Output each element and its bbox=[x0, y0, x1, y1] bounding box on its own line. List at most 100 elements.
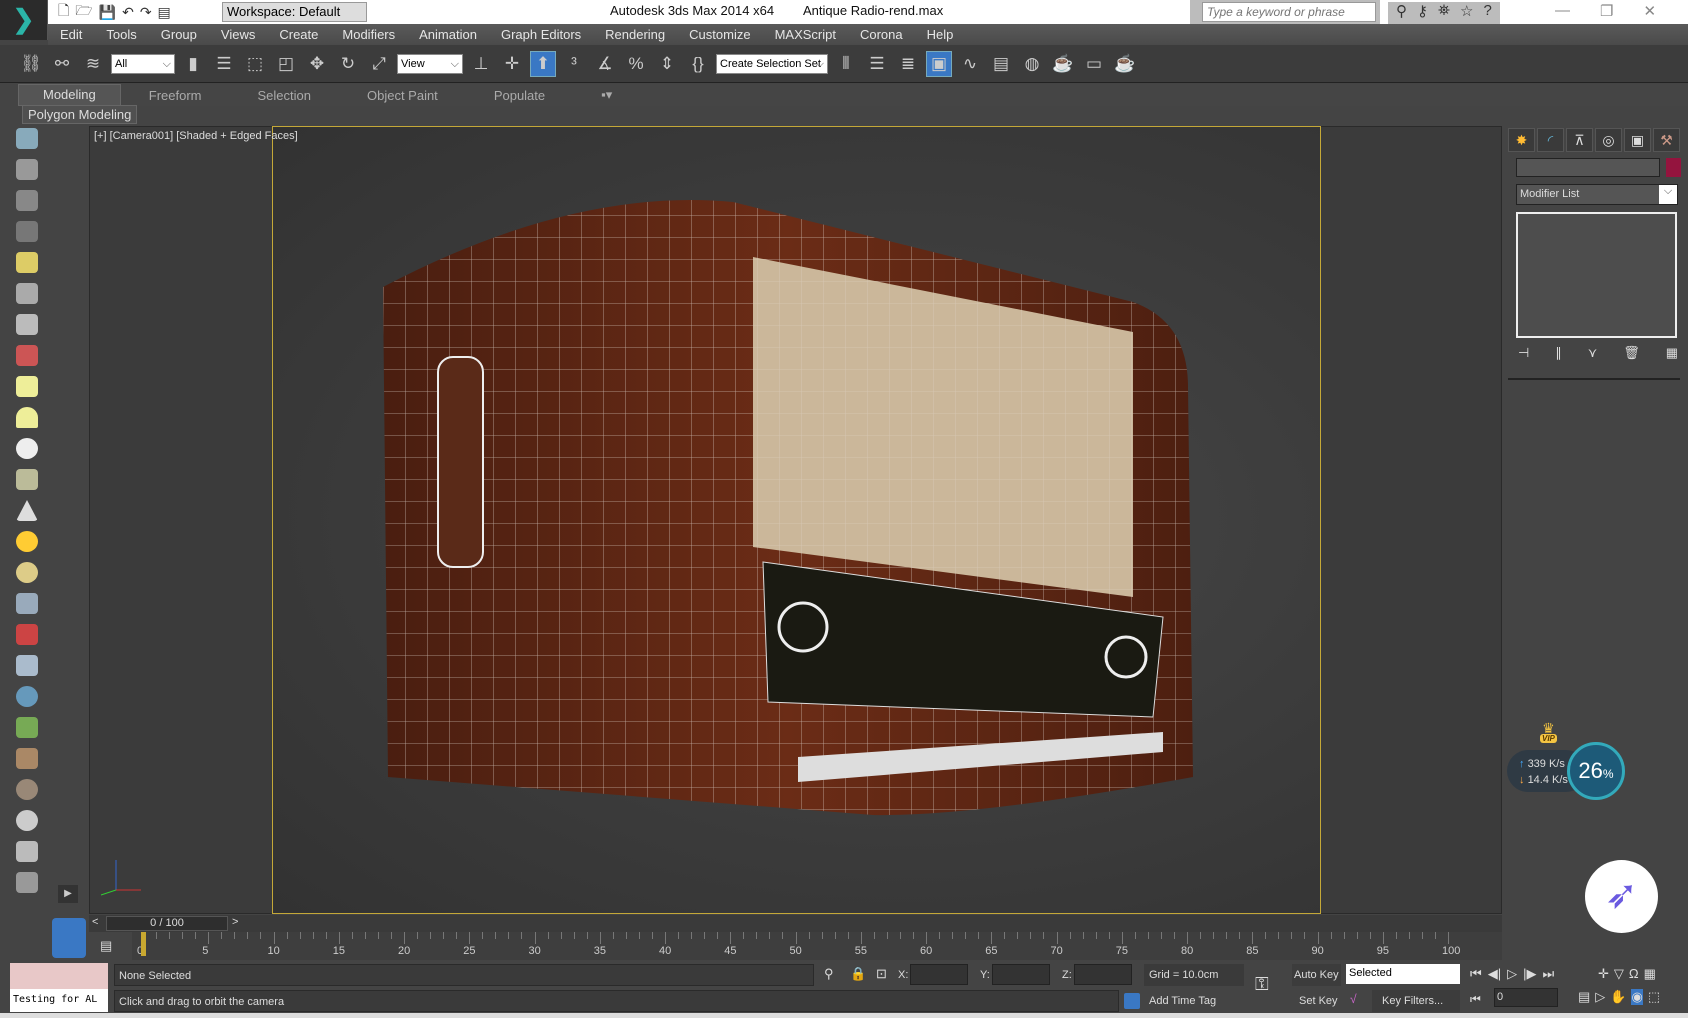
configure-modifier-sets-icon[interactable]: ▦ bbox=[1666, 345, 1678, 361]
teapot-icon[interactable] bbox=[16, 128, 38, 149]
reference-coordinate-dropdown[interactable]: View bbox=[397, 53, 463, 74]
render-production-icon[interactable]: ☕ bbox=[1112, 51, 1138, 77]
bird-app-icon[interactable]: ➶ bbox=[1585, 860, 1658, 933]
maximize-toggle-icon[interactable]: ▦ bbox=[1644, 966, 1656, 982]
spinner-snap-icon[interactable]: ⇕ bbox=[654, 51, 680, 77]
key-tangent-icon[interactable]: √ bbox=[1350, 992, 1357, 1006]
viewport-label[interactable]: [+] [Camera001] [Shaded + Edged Faces] bbox=[94, 130, 298, 142]
mesh-icon[interactable] bbox=[16, 655, 38, 676]
remove-modifier-icon[interactable]: 🗑 bbox=[1623, 345, 1640, 361]
percent-snap-icon[interactable]: % bbox=[623, 51, 649, 77]
maximize-viewport-icon[interactable]: ⬚ bbox=[1648, 989, 1660, 1005]
orbit-icon[interactable]: Ω bbox=[1629, 966, 1639, 982]
current-frame-input[interactable]: 0 bbox=[1494, 988, 1558, 1007]
key-mode-dropdown[interactable]: Selected bbox=[1346, 964, 1460, 984]
make-unique-icon[interactable]: ⋎ bbox=[1588, 345, 1598, 361]
polygon-modeling-panel[interactable]: Polygon Modeling bbox=[22, 105, 138, 124]
object-color-swatch[interactable] bbox=[1666, 158, 1681, 177]
previous-key-icon[interactable]: ◀| bbox=[1488, 966, 1501, 982]
document-icon[interactable] bbox=[16, 190, 38, 211]
material-icon[interactable] bbox=[16, 810, 38, 831]
close-icon[interactable]: ✕ bbox=[1643, 2, 1656, 20]
helper-icon[interactable] bbox=[16, 314, 38, 335]
dynamics-icon[interactable] bbox=[16, 624, 38, 645]
move-icon[interactable]: ✥ bbox=[304, 51, 330, 77]
select-object-icon[interactable]: ▮ bbox=[180, 51, 206, 77]
menu-group[interactable]: Group bbox=[149, 27, 209, 42]
key-mode-toggle-icon[interactable]: ⏮ bbox=[1470, 992, 1481, 1007]
hierarchy-tab-icon[interactable]: ⊼ bbox=[1566, 128, 1593, 152]
binoculars-icon[interactable]: ⚲ bbox=[1396, 2, 1407, 24]
auto-key-button[interactable]: Auto Key bbox=[1292, 964, 1341, 986]
dome-icon[interactable] bbox=[16, 407, 38, 428]
rect-selection-icon[interactable]: ⬚ bbox=[242, 51, 268, 77]
time-tag-icon[interactable] bbox=[1124, 993, 1140, 1009]
camera-icon[interactable] bbox=[16, 283, 38, 304]
undo-icon[interactable]: ↶ bbox=[122, 4, 134, 21]
object-name-field[interactable] bbox=[1516, 158, 1660, 177]
batch-icon[interactable] bbox=[16, 841, 38, 862]
mirror-icon[interactable]: ⫴ bbox=[833, 51, 859, 77]
cone-icon[interactable] bbox=[16, 500, 38, 521]
grass-icon[interactable] bbox=[16, 717, 38, 738]
material-editor-icon[interactable]: ◍ bbox=[1019, 51, 1045, 77]
schematic-view-icon[interactable]: ▤ bbox=[988, 51, 1014, 77]
window-crossing-icon[interactable]: ◰ bbox=[273, 51, 299, 77]
layer-manager-icon[interactable]: ≣ bbox=[895, 51, 921, 77]
tab-populate[interactable]: Populate bbox=[466, 88, 573, 103]
camera-safe-frame[interactable] bbox=[272, 126, 1321, 914]
x-coordinate-input[interactable] bbox=[910, 964, 968, 985]
cloth-icon[interactable] bbox=[16, 779, 38, 800]
display-tab-icon[interactable]: ▣ bbox=[1624, 128, 1651, 152]
time-config-icon[interactable]: ▤ bbox=[1578, 989, 1590, 1005]
show-end-result-icon[interactable]: ∥ bbox=[1555, 345, 1562, 361]
particles-icon[interactable] bbox=[16, 593, 38, 614]
prev-frame-icon[interactable]: < bbox=[92, 916, 98, 928]
named-selection-dropdown[interactable]: Create Selection Set bbox=[716, 53, 828, 74]
pan-icon[interactable]: ✋ bbox=[1610, 989, 1626, 1005]
restore-icon[interactable]: ❐ bbox=[1600, 2, 1613, 20]
menu-views[interactable]: Views bbox=[209, 27, 267, 42]
help-icon[interactable]: ? bbox=[1483, 2, 1491, 24]
modify-tab-icon[interactable]: ◜ bbox=[1537, 128, 1564, 152]
y-coordinate-input[interactable] bbox=[992, 964, 1050, 985]
bind-spacewarp-icon[interactable]: ≋ bbox=[80, 51, 106, 77]
lock-selection-icon[interactable]: 🔒 bbox=[850, 966, 866, 982]
play-icon[interactable]: ▷ bbox=[1507, 966, 1517, 982]
create-tab-icon[interactable]: ✸ bbox=[1508, 128, 1535, 152]
link-icon[interactable]: ⛓ bbox=[18, 51, 44, 77]
key-filters-button[interactable]: Key Filters... bbox=[1372, 990, 1460, 1012]
project-folder-icon[interactable]: ▤ bbox=[158, 4, 171, 21]
script-icon[interactable] bbox=[16, 872, 38, 893]
isolate-icon[interactable]: ⚲ bbox=[824, 966, 834, 982]
gear-icon[interactable] bbox=[16, 686, 38, 707]
mini-curve-editor-button[interactable] bbox=[52, 918, 86, 958]
angle-snap-icon[interactable]: ∡ bbox=[592, 51, 618, 77]
walk-icon[interactable]: ▷ bbox=[1595, 989, 1605, 1005]
go-to-end-icon[interactable]: ⏭ bbox=[1542, 966, 1554, 982]
go-to-start-icon[interactable]: ⏮ bbox=[1470, 966, 1482, 982]
snaps-toggle-icon[interactable]: ³ bbox=[561, 51, 587, 77]
time-slider[interactable]: 0 / 100 bbox=[106, 916, 228, 931]
bowl-icon[interactable] bbox=[16, 469, 38, 490]
menu-corona[interactable]: Corona bbox=[848, 27, 915, 42]
open-file-icon[interactable]: 🗁 bbox=[75, 0, 92, 24]
menu-modifiers[interactable]: Modifiers bbox=[330, 27, 407, 42]
modifier-list-dropdown[interactable]: Modifier List bbox=[1516, 184, 1678, 205]
satellite-icon[interactable]: ⛯ bbox=[1438, 2, 1450, 24]
table-icon[interactable] bbox=[16, 221, 38, 242]
current-frame-marker[interactable] bbox=[141, 932, 146, 956]
track-bar[interactable]: 0510152025303540455055606570758085909510… bbox=[132, 932, 1502, 960]
pin-stack-icon[interactable]: ⊣ bbox=[1518, 345, 1529, 361]
set-key-button[interactable]: Set Key bbox=[1297, 990, 1340, 1012]
sun-icon[interactable] bbox=[16, 531, 38, 552]
menu-customize[interactable]: Customize bbox=[677, 27, 762, 42]
motion-tab-icon[interactable]: ◎ bbox=[1595, 128, 1622, 152]
menu-graph-editors[interactable]: Graph Editors bbox=[489, 27, 593, 42]
maxscript-listener-output[interactable] bbox=[10, 963, 108, 989]
select-by-name-icon[interactable]: ☰ bbox=[211, 51, 237, 77]
hair-icon[interactable] bbox=[16, 748, 38, 769]
render-icon[interactable] bbox=[16, 345, 38, 366]
rendered-frame-window-icon[interactable]: ▭ bbox=[1081, 51, 1107, 77]
sky-icon[interactable] bbox=[16, 562, 38, 583]
